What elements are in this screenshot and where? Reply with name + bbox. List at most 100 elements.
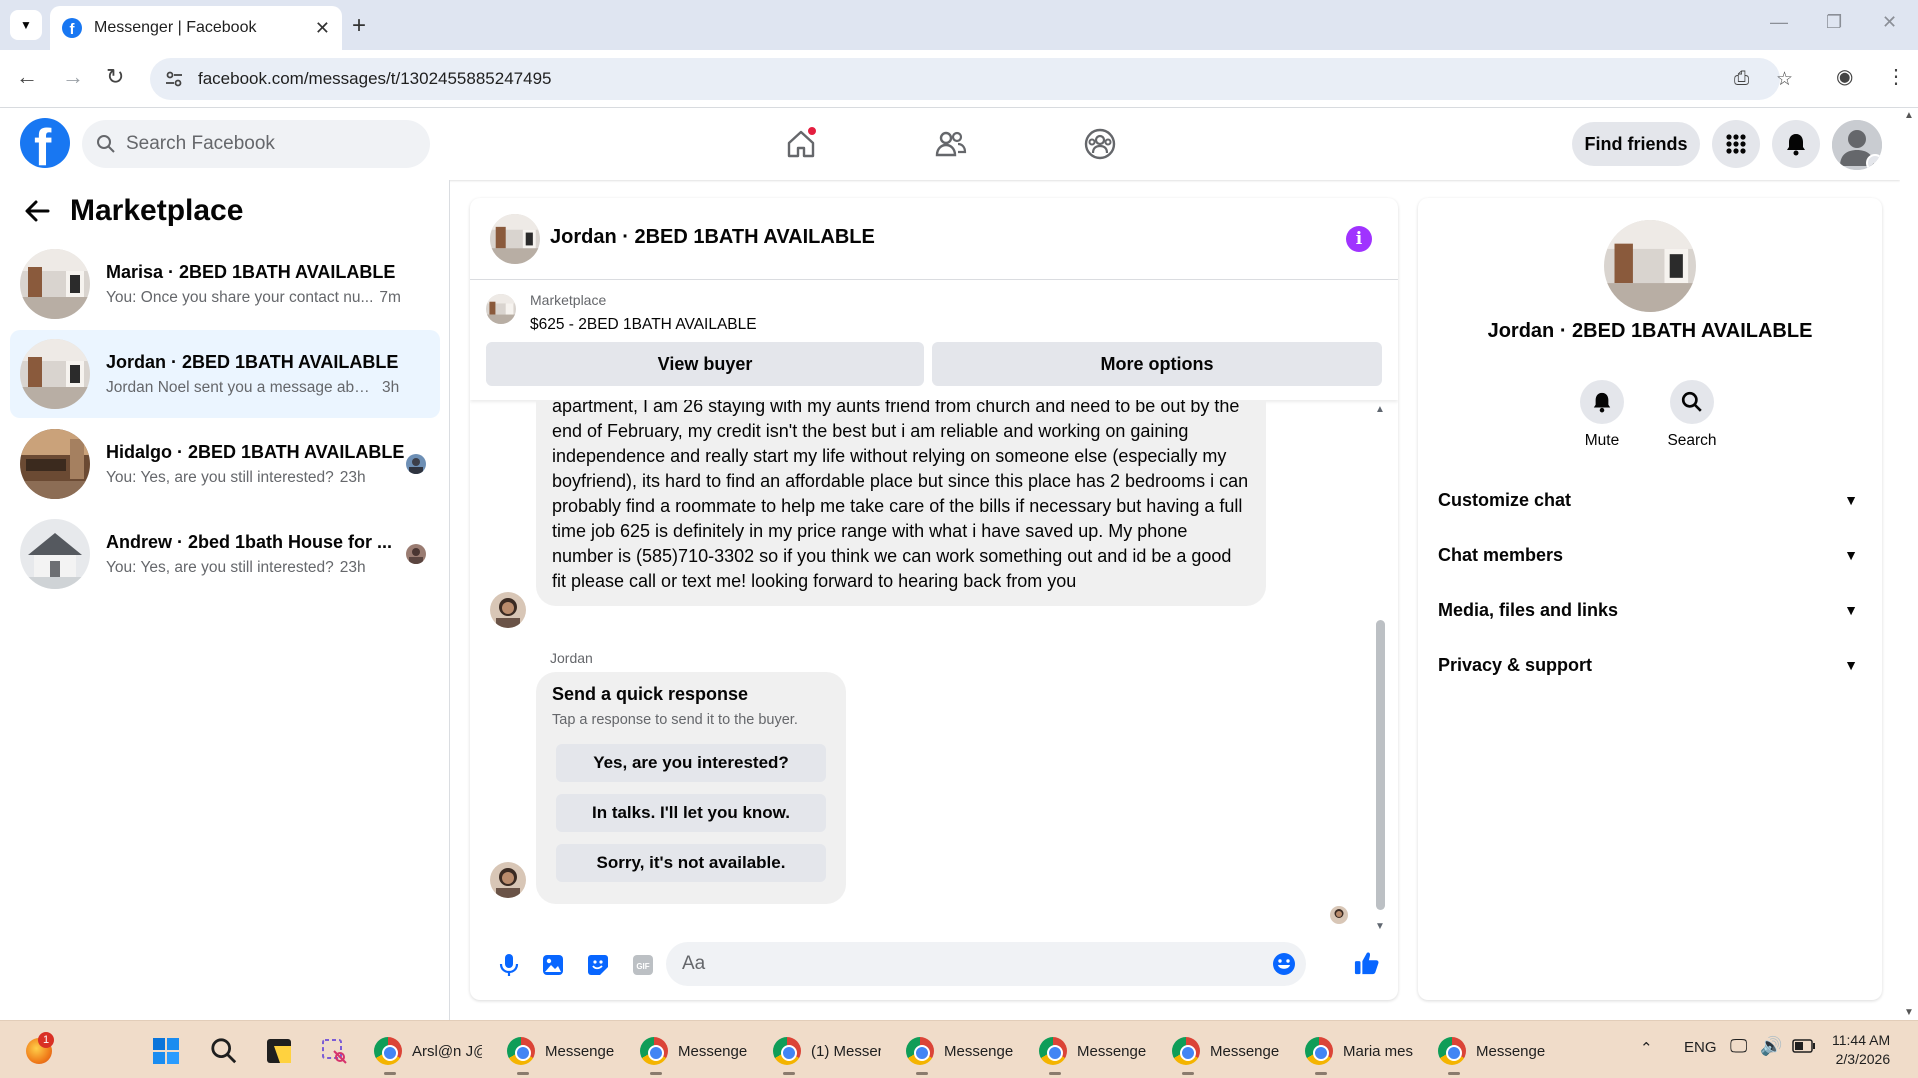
address-bar[interactable]: facebook.com/messages/t/1302455885247495… [150,58,1793,100]
search-label: Search [1667,432,1717,449]
search-in-conversation-action[interactable]: Search [1657,380,1727,450]
reload-icon[interactable]: ↻ [106,64,124,90]
taskbar-chrome-window-2[interactable]: Messenge [507,1033,615,1075]
attach-photo-button[interactable] [540,952,566,978]
conversation-preview: You: Yes, are you still interested? [106,558,334,576]
browser-tab-bar: ▼ f Messenger | Facebook ✕ + — ❐ ✕ [0,0,1918,50]
chrome-icon [1305,1037,1333,1065]
minimize-icon[interactable]: — [1770,12,1788,33]
forward-icon[interactable]: → [62,64,84,90]
sender-avatar[interactable] [490,592,526,628]
close-tab-icon[interactable]: ✕ [315,18,330,39]
site-settings-icon[interactable] [164,69,184,89]
marketplace-title: Marketplace [70,194,244,227]
back-arrow-icon[interactable] [24,198,50,224]
chat-members-section[interactable]: Chat members ▼ [1438,535,1862,575]
facebook-search-input[interactable]: Search Facebook [82,120,430,168]
taskbar-chrome-window-8[interactable]: Maria mes [1305,1033,1413,1075]
system-clock[interactable]: 11:44 AM 2/3/2026 [1832,1031,1890,1069]
message-input[interactable]: Aa [666,942,1306,986]
browser-tab-messenger[interactable]: f Messenger | Facebook ✕ [50,6,342,50]
conversation-item-jordan[interactable]: Jordan · 2BED 1BATH AVAILABLE Jordan Noe… [10,330,440,418]
chat-listing-thumbnail[interactable] [490,214,540,264]
find-friends-button[interactable]: Find friends [1572,122,1700,166]
bell-icon [1787,134,1805,156]
facebook-logo-icon[interactable]: f [20,118,70,168]
account-avatar-button[interactable]: ⌄ [1832,120,1882,170]
menu-grid-button[interactable] [1712,120,1760,168]
taskbar-chrome-window-5[interactable]: Messenge [906,1033,1014,1075]
battery-icon[interactable] [1792,1039,1816,1057]
gif-button[interactable]: GIF [630,952,656,978]
quick-response-yes-button[interactable]: Yes, are you interested? [556,744,826,782]
new-tab-icon[interactable]: + [352,12,366,40]
taskbar-chrome-window-1[interactable]: Arsl@n J@ [374,1033,482,1075]
customize-chat-section[interactable]: Customize chat ▼ [1438,480,1862,520]
taskbar-chrome-window-3[interactable]: Messenge [640,1033,748,1075]
scroll-down-icon[interactable]: ▼ [1375,921,1385,932]
input-language[interactable]: ENG [1684,1039,1717,1056]
scroll-up-icon[interactable]: ▲ [1375,404,1385,415]
show-hidden-icons-chevron-icon[interactable]: ⌃ [1640,1039,1653,1057]
menu-kebab-icon[interactable]: ⋮ [1886,64,1906,89]
mute-action[interactable]: Mute [1567,380,1637,450]
back-icon[interactable]: ← [16,64,38,90]
message-input-placeholder: Aa [682,953,706,974]
taskbar-app-orange[interactable]: 1 [26,1032,54,1069]
close-window-icon[interactable]: ✕ [1882,12,1897,33]
notifications-button[interactable] [1772,120,1820,168]
taskbar-chrome-window-6[interactable]: Messenge [1039,1033,1147,1075]
media-files-links-section[interactable]: Media, files and links ▼ [1438,590,1862,630]
app-orb-icon: 1 [26,1032,54,1064]
conversation-item-andrew[interactable]: Andrew · 2bed 1bath House for ... You: Y… [10,510,440,598]
bookmark-star-icon[interactable]: ☆ [1776,68,1793,91]
quick-response-in-talks-button[interactable]: In talks. I'll let you know. [556,794,826,832]
quick-response-not-available-button[interactable]: Sorry, it's not available. [556,844,826,882]
taskbar-chrome-window-4[interactable]: (1) Messer [773,1033,881,1075]
emoji-icon[interactable] [1272,952,1296,976]
sender-avatar[interactable] [490,862,526,898]
sticker-button[interactable] [585,952,611,978]
chat-panel: Jordan · 2BED 1BATH AVAILABLE i Marketpl… [470,198,1398,1000]
friends-nav-button[interactable] [931,124,971,164]
conversation-time: 3h [382,378,400,396]
network-icon[interactable]: 🖵 [1730,1036,1747,1057]
profile-icon[interactable]: ◉ [1836,64,1853,89]
home-nav-button[interactable] [781,124,821,164]
marketplace-label: Marketplace [530,292,607,308]
listing-price-title[interactable]: $625 - 2BED 1BATH AVAILABLE [530,316,757,334]
search-icon [1681,391,1702,412]
tab-search-dropdown[interactable]: ▼ [10,10,42,40]
privacy-support-section[interactable]: Privacy & support ▼ [1438,645,1862,685]
conversation-time: 23h [339,558,366,576]
scroll-thumb[interactable] [1376,620,1385,910]
view-buyer-button[interactable]: View buyer [486,342,924,386]
message-scrollbar[interactable]: ▲ ▼ [1374,400,1386,932]
taskbar-chrome-window-9[interactable]: Messenge [1438,1033,1546,1075]
conversation-info-icon[interactable]: i [1346,226,1372,252]
snipping-tool-icon [322,1039,347,1064]
start-button[interactable] [152,1033,180,1069]
page-scrollbar[interactable]: ▲ ▼ [1900,108,1918,1020]
seen-avatar [406,544,426,564]
taskbar-sticky-notes[interactable] [266,1033,292,1069]
incoming-message-bubble[interactable]: apartment, I am 26 staying with my aunts… [536,400,1266,606]
install-app-icon[interactable]: ⎙ [1734,68,1749,90]
taskbar-chrome-window-7[interactable]: Messenge [1172,1033,1280,1075]
more-options-button[interactable]: More options [932,342,1382,386]
volume-icon[interactable]: 🔊 [1760,1036,1782,1057]
seen-avatar [406,454,426,474]
facebook-header: f Search Facebook Find friends ⌄ [0,108,1900,180]
info-listing-avatar[interactable] [1604,220,1696,312]
message-list[interactable]: apartment, I am 26 staying with my aunts… [470,400,1398,932]
bell-icon [1593,392,1611,413]
restore-icon[interactable]: ❐ [1826,12,1842,33]
conversation-item-hidalgo[interactable]: Hidalgo · 2BED 1BATH AVAILABLE You: Yes,… [10,420,440,508]
conversation-item-marisa[interactable]: Marisa · 2BED 1BATH AVAILABLE You: Once … [10,240,440,328]
taskbar-search-button[interactable] [210,1033,238,1069]
voice-clip-button[interactable] [496,952,522,978]
chat-title[interactable]: Jordan · 2BED 1BATH AVAILABLE [550,226,875,249]
send-like-button[interactable] [1354,950,1380,976]
taskbar-snipping-tool[interactable] [320,1033,348,1069]
groups-nav-button[interactable] [1080,124,1120,164]
